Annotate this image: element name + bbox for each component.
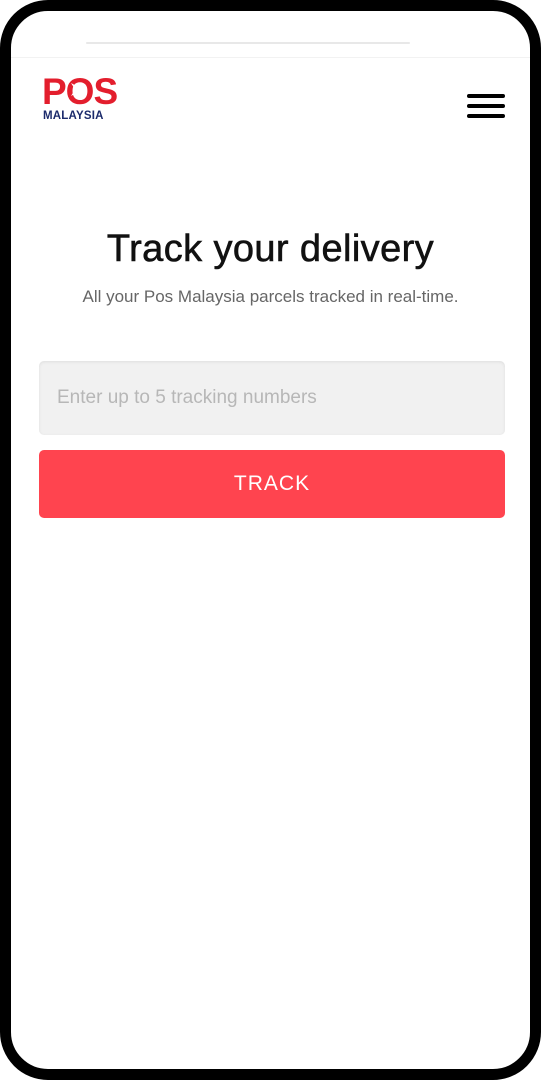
page-title: Track your delivery [106, 228, 435, 271]
phone-frame: POS MALAYSIA Track your delivery All you… [0, 0, 541, 1080]
page-subtitle: All your Pos Malaysia parcels tracked in… [82, 287, 459, 306]
address-bar [86, 42, 410, 44]
track-button[interactable]: TRACK [39, 450, 505, 518]
logo-wordmark: POS [42, 71, 117, 112]
tracking-section: Track your delivery All your Pos Malaysi… [11, 226, 530, 308]
menu-button[interactable] [467, 92, 507, 120]
browser-top-area [11, 11, 530, 58]
pos-malaysia-logo-mark: POS MALAYSIA [42, 71, 118, 122]
site-header: POS MALAYSIA [11, 58, 530, 148]
pos-malaysia-logo[interactable]: POS MALAYSIA [42, 71, 132, 123]
tracking-number-input[interactable] [39, 361, 505, 435]
logo-subtext: MALAYSIA [43, 110, 104, 122]
hamburger-menu-icon [467, 94, 505, 118]
